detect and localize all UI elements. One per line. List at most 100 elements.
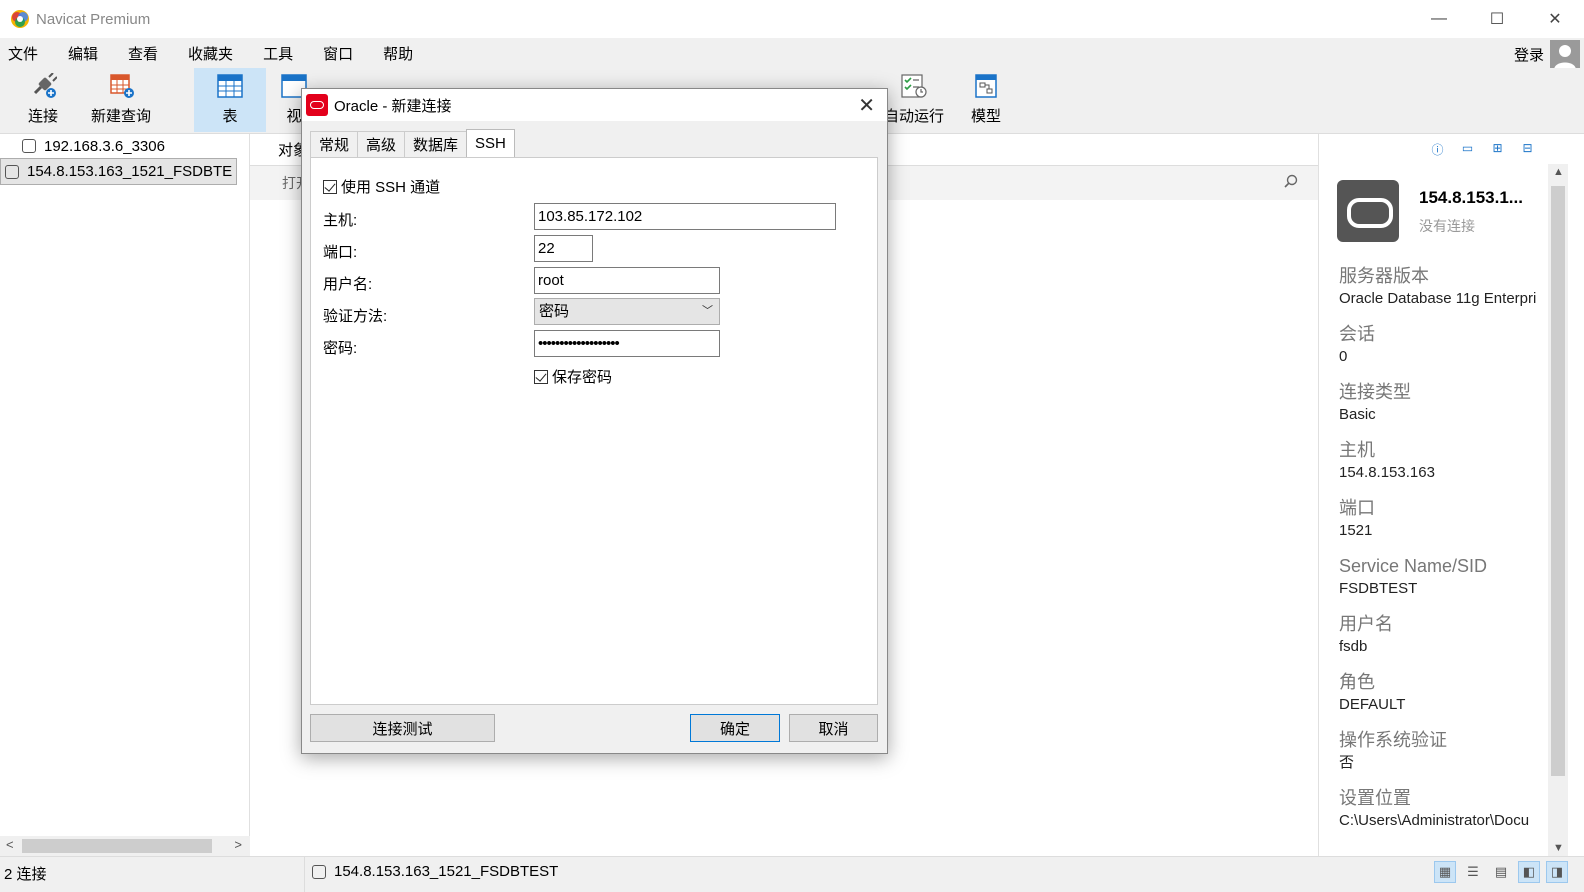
checkbox-checked-icon[interactable] xyxy=(323,180,337,194)
menu-file[interactable]: 文件 xyxy=(8,43,38,64)
save-password-label: 保存密码 xyxy=(552,369,613,386)
dialog-tabs: 常规 高级 数据库 SSH xyxy=(310,129,515,158)
connection-label: 154.8.153.163_1521_FSDBTE xyxy=(27,163,233,180)
field-value: DEFAULT xyxy=(1339,696,1406,713)
scrollbar-thumb[interactable] xyxy=(1551,186,1565,776)
show-navigation-icon[interactable]: ◧ xyxy=(1518,861,1540,883)
dialog-close-icon[interactable]: ✕ xyxy=(858,93,875,118)
mysql-connection-icon xyxy=(22,139,36,153)
use-ssh-checkbox[interactable]: 使用 SSH 通道 xyxy=(323,176,440,197)
auth-method-select[interactable]: 密码 ﹀ xyxy=(534,298,720,325)
menu-tools[interactable]: 工具 xyxy=(263,43,293,64)
connection-name: 154.8.153.1... xyxy=(1419,188,1523,207)
plug-icon xyxy=(29,72,58,99)
field-value: FSDBTEST xyxy=(1339,580,1418,597)
info-field: 角色 DEFAULT xyxy=(1319,670,1566,716)
table-button[interactable]: 表 xyxy=(194,68,266,132)
automation-button[interactable]: 自动运行 xyxy=(878,68,950,132)
minimize-button[interactable]: — xyxy=(1410,0,1468,38)
automation-icon xyxy=(900,73,928,99)
er-diagram-icon[interactable]: ⊞ xyxy=(1490,141,1506,157)
field-label: 设置位置 xyxy=(1339,788,1411,808)
maximize-button[interactable]: ☐ xyxy=(1468,0,1526,38)
detail-view-icon[interactable]: ▤ xyxy=(1490,861,1512,883)
automation-label: 自动运行 xyxy=(883,108,944,125)
tab-databases[interactable]: 数据库 xyxy=(404,131,468,157)
checkbox-checked-icon[interactable] xyxy=(534,370,548,384)
app-title: Navicat Premium xyxy=(36,10,151,28)
table-icon xyxy=(216,73,244,99)
ok-button[interactable]: 确定 xyxy=(690,714,780,742)
title-bar: Navicat Premium — ☐ ✕ xyxy=(0,0,1584,38)
grid-view-icon[interactable]: ▦ xyxy=(1434,861,1456,883)
horizontal-scrollbar[interactable]: < > xyxy=(0,836,250,856)
field-value: 否 xyxy=(1339,754,1355,771)
port-input[interactable]: 22 xyxy=(534,235,593,262)
close-button[interactable]: ✕ xyxy=(1526,0,1584,38)
search-icon[interactable] xyxy=(1284,174,1298,191)
field-value: 0 xyxy=(1339,348,1348,365)
dialog-title: Oracle - 新建连接 xyxy=(334,97,452,115)
username-input[interactable]: root xyxy=(534,267,720,294)
connection-count: 2 连接 xyxy=(4,866,47,883)
scroll-up-icon[interactable]: ▲ xyxy=(1553,166,1564,178)
scrollbar-thumb[interactable] xyxy=(22,839,212,853)
password-input[interactable]: ••••••••••••••••••• xyxy=(534,330,720,357)
cancel-button[interactable]: 取消 xyxy=(789,714,878,742)
new-query-label: 新建查询 xyxy=(90,108,151,125)
scroll-right-icon[interactable]: > xyxy=(234,837,242,852)
use-ssh-label: 使用 SSH 通道 xyxy=(341,179,441,196)
view-label: 视 xyxy=(286,108,302,125)
field-label: 主机 xyxy=(1339,440,1375,460)
scroll-left-icon[interactable]: < xyxy=(6,837,14,852)
info-field: 用户名 fsdb xyxy=(1319,612,1566,658)
login-link[interactable]: 登录 xyxy=(1514,44,1544,65)
tab-ssh[interactable]: SSH xyxy=(466,129,515,157)
info-field: 会话 0 xyxy=(1319,322,1566,368)
avatar-icon[interactable] xyxy=(1550,40,1580,70)
host-input[interactable]: 103.85.172.102 xyxy=(534,203,836,230)
field-value: fsdb xyxy=(1339,638,1368,655)
connect-button[interactable]: 连接 xyxy=(10,68,76,132)
info-field: 设置位置 C:\Users\Administrator\Docu xyxy=(1319,786,1566,832)
model-icon xyxy=(972,73,1000,99)
field-label: 服务器版本 xyxy=(1339,266,1429,286)
list-view-icon[interactable]: ☰ xyxy=(1462,861,1484,883)
show-info-pane-icon[interactable]: ◨ xyxy=(1546,861,1568,883)
menu-favorites[interactable]: 收藏夹 xyxy=(188,43,233,64)
dialog-title-bar: Oracle - 新建连接 ✕ xyxy=(302,89,887,121)
menu-help[interactable]: 帮助 xyxy=(383,43,413,64)
field-label: 用户名 xyxy=(1339,614,1393,634)
model-button[interactable]: 模型 xyxy=(958,68,1014,132)
ddl-icon[interactable]: ▭ xyxy=(1460,141,1476,157)
field-value: C:\Users\Administrator\Docu xyxy=(1339,812,1530,829)
preview-icon[interactable]: ⊟ xyxy=(1520,141,1536,157)
save-password-checkbox[interactable]: 保存密码 xyxy=(534,366,612,387)
status-bar: 2 连接 154.8.153.163_1521_FSDBTEST ▦ ☰ ▤ ◧… xyxy=(0,856,1584,892)
field-label: 连接类型 xyxy=(1339,382,1411,402)
password-label: 密码: xyxy=(323,340,358,357)
info-icon[interactable]: ⓘ xyxy=(1430,141,1446,157)
new-query-button[interactable]: 新建查询 xyxy=(86,68,156,132)
tab-general[interactable]: 常规 xyxy=(310,131,359,157)
field-label: 端口 xyxy=(1339,498,1375,518)
info-pane: ⓘ ▭ ⊞ ⊟ 154.8.153.1... 没有连接 服务器版本 Oracle… xyxy=(1318,134,1566,856)
new-connection-dialog: Oracle - 新建连接 ✕ 常规 高级 数据库 SSH 使用 SSH 通道 … xyxy=(301,88,888,754)
menu-view[interactable]: 查看 xyxy=(128,43,158,64)
field-value: 1521 xyxy=(1339,522,1373,539)
info-field: Service Name/SID FSDBTEST xyxy=(1319,554,1566,600)
menu-edit[interactable]: 编辑 xyxy=(68,43,98,64)
vertical-scrollbar[interactable]: ▲ ▼ xyxy=(1548,164,1568,856)
connection-item-oracle[interactable]: 154.8.153.163_1521_FSDBTE xyxy=(0,158,238,185)
menu-window[interactable]: 窗口 xyxy=(323,43,353,64)
tab-advanced[interactable]: 高级 xyxy=(357,131,406,157)
info-field: 连接类型 Basic xyxy=(1319,380,1566,426)
test-connection-button[interactable]: 连接测试 xyxy=(310,714,495,742)
host-label: 主机: xyxy=(323,212,358,229)
scroll-down-icon[interactable]: ▼ xyxy=(1553,842,1564,854)
connect-label: 连接 xyxy=(27,108,58,125)
table-label: 表 xyxy=(222,108,238,125)
oracle-connection-icon xyxy=(5,164,19,179)
info-field: 操作系统验证 否 xyxy=(1319,728,1566,774)
connection-item-mysql[interactable]: 192.168.3.6_3306 xyxy=(0,134,249,158)
